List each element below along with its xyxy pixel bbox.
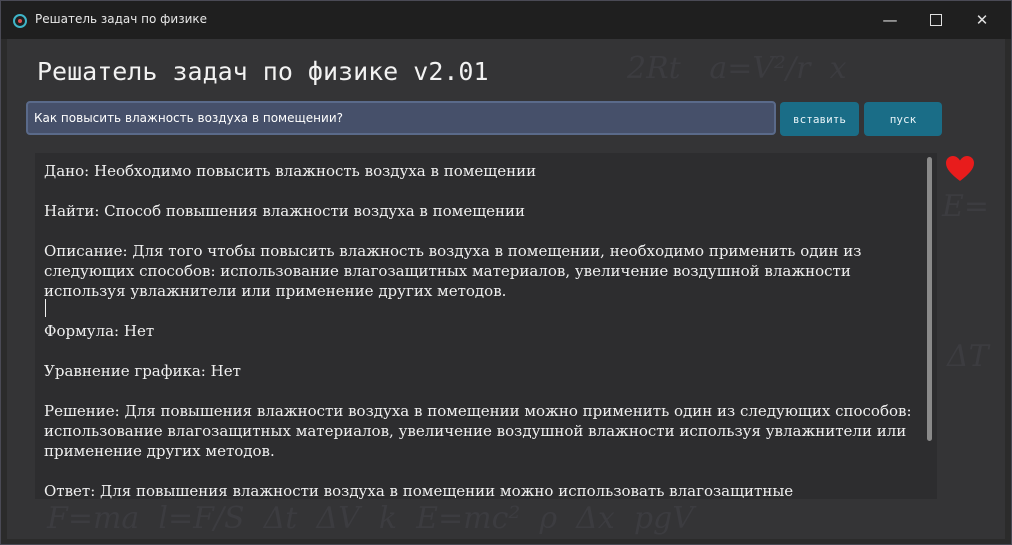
maximize-button[interactable]	[913, 1, 959, 39]
app-heading: Решатель задач по физике v2.01	[37, 57, 489, 86]
app-window: Решатель задач по физике — ✕ 2Rt a=V²/r …	[0, 0, 1012, 545]
physics-atom-icon	[13, 14, 27, 28]
background-formula-pattern: F=ma l=F/S Δt ΔV k E=mc² ρ Δx pgV	[47, 501, 694, 536]
maximize-icon	[930, 14, 942, 26]
heart-icon[interactable]	[945, 155, 975, 187]
question-input[interactable]: Как повысить влажность воздуха в помещен…	[26, 101, 776, 135]
vertical-scrollbar[interactable]	[923, 153, 937, 499]
background-formula-pattern: ΔT	[947, 339, 989, 374]
answer-text: Дано: Необходимо повысить влажность возд…	[44, 162, 912, 499]
background-formula-pattern: E=	[942, 189, 990, 224]
minimize-button[interactable]: —	[867, 1, 913, 39]
main-panel: 2Rt a=V²/r x S E= ΔT F=ma l=F/S Δt ΔV k …	[7, 39, 1005, 539]
background-formula-pattern: 2Rt a=V²/r x	[627, 51, 847, 86]
answer-textarea[interactable]: Дано: Необходимо повысить влажность возд…	[35, 153, 937, 499]
close-button[interactable]: ✕	[959, 1, 1005, 39]
text-caret	[45, 299, 46, 317]
run-button[interactable]: пуск	[864, 102, 942, 136]
title-bar[interactable]: Решатель задач по физике — ✕	[1, 1, 1011, 39]
scrollbar-thumb[interactable]	[927, 157, 932, 441]
insert-button[interactable]: вставить	[780, 102, 859, 136]
window-title: Решатель задач по физике	[35, 12, 208, 26]
